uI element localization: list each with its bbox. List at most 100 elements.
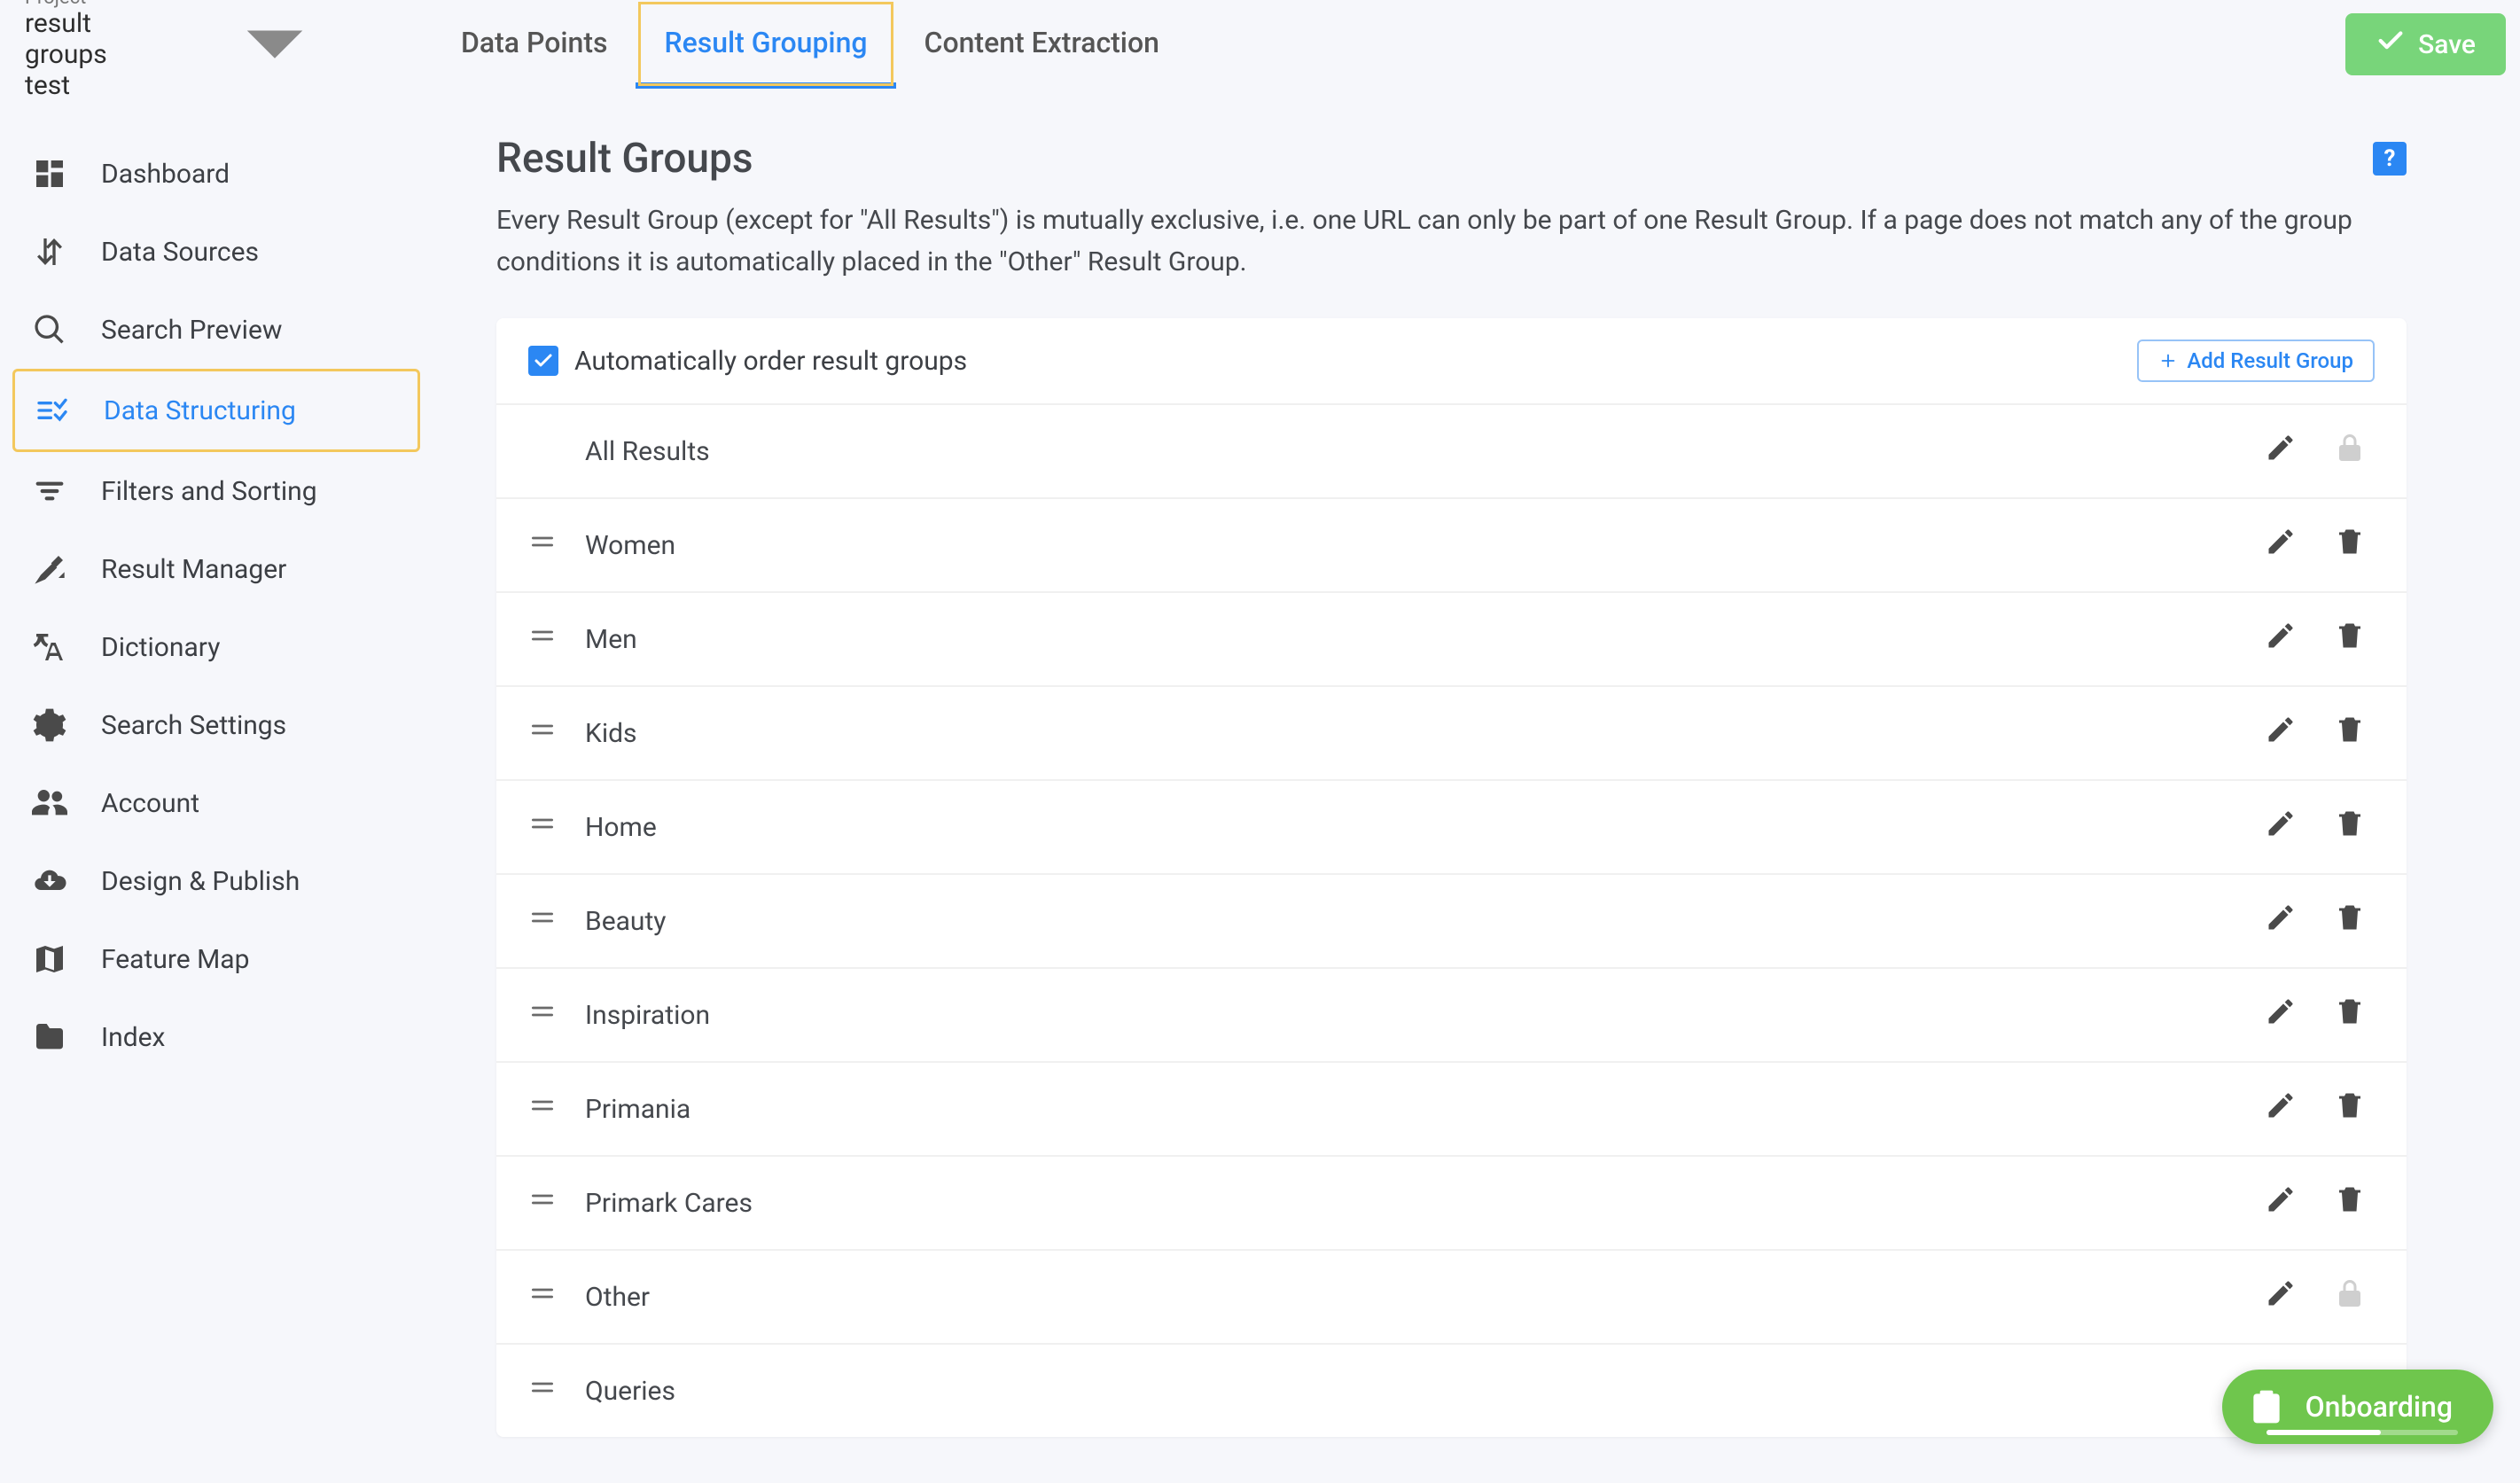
delete-button[interactable] <box>2334 620 2366 659</box>
onboarding-button[interactable]: Onboarding <box>2222 1370 2493 1444</box>
data-structuring-icon <box>35 393 70 428</box>
delete-button[interactable] <box>2334 526 2366 565</box>
edit-button[interactable] <box>2265 432 2297 471</box>
topbar: Project result groups test Data Points R… <box>0 0 2520 89</box>
auto-order-checkbox[interactable] <box>528 346 558 376</box>
drag-handle-icon[interactable] <box>528 715 573 751</box>
delete-button[interactable] <box>2334 902 2366 941</box>
group-row: Queries <box>496 1345 2407 1437</box>
add-result-group-button[interactable]: Add Result Group <box>2137 340 2375 382</box>
edit-button[interactable] <box>2265 714 2297 753</box>
filters-sorting-icon <box>32 473 67 509</box>
sidebar-item-label: Result Manager <box>101 554 286 585</box>
edit-button[interactable] <box>2265 995 2297 1034</box>
delete-button[interactable] <box>2334 995 2366 1034</box>
sidebar-item-index[interactable]: Index <box>12 998 420 1076</box>
save-button[interactable]: Save <box>2345 13 2506 75</box>
edit-button[interactable] <box>2265 526 2297 565</box>
sidebar-item-label: Account <box>101 788 199 819</box>
edit-button[interactable] <box>2265 620 2297 659</box>
sidebar-item-search-preview[interactable]: Search Preview <box>12 291 420 369</box>
sidebar-item-result-manager[interactable]: Result Manager <box>12 530 420 608</box>
edit-button[interactable] <box>2265 1277 2297 1316</box>
sidebar-item-search-settings[interactable]: Search Settings <box>12 686 420 764</box>
group-name: Primark Cares <box>585 1188 2265 1219</box>
edit-button[interactable] <box>2265 808 2297 847</box>
lock-icon <box>2334 1277 2366 1316</box>
account-icon <box>32 785 67 821</box>
edit-button[interactable] <box>2265 1183 2297 1222</box>
check-icon <box>2376 26 2406 63</box>
index-icon <box>32 1019 67 1055</box>
group-row: Inspiration <box>496 969 2407 1063</box>
drag-handle-icon[interactable] <box>528 809 573 845</box>
onboarding-progress-bar <box>2266 1430 2458 1435</box>
drag-handle-icon[interactable] <box>528 903 573 939</box>
group-row: Women <box>496 499 2407 593</box>
tab-data-points[interactable]: Data Points <box>433 0 636 89</box>
sidebar-item-data-structuring[interactable]: Data Structuring <box>12 369 420 452</box>
plus-icon <box>2158 351 2178 371</box>
sidebar-item-label: Dashboard <box>101 159 230 190</box>
group-name: Kids <box>585 718 2265 749</box>
project-label: Project <box>25 0 142 8</box>
page-title: Result Groups <box>496 135 753 183</box>
add-result-group-label: Add Result Group <box>2187 348 2353 373</box>
sidebar-item-filters-sorting[interactable]: Filters and Sorting <box>12 452 420 530</box>
sidebar-item-label: Search Preview <box>101 315 282 346</box>
group-row: All Results <box>496 405 2407 499</box>
lock-icon <box>2334 432 2366 471</box>
edit-button[interactable] <box>2265 1089 2297 1128</box>
drag-handle-icon[interactable] <box>528 1373 573 1409</box>
sidebar: Dashboard Data Sources Search Preview Data … <box>0 89 433 1483</box>
feature-map-icon <box>32 941 67 977</box>
check-icon <box>533 350 554 371</box>
auto-order-label: Automatically order result groups <box>574 346 967 377</box>
sidebar-item-account[interactable]: Account <box>12 764 420 842</box>
search-settings-icon <box>32 707 67 743</box>
tab-content-extraction[interactable]: Content Extraction <box>896 0 1188 89</box>
search-preview-icon <box>32 312 67 347</box>
delete-button[interactable] <box>2334 808 2366 847</box>
group-name: Primania <box>585 1094 2265 1125</box>
drag-handle-icon[interactable] <box>528 1279 573 1315</box>
sidebar-item-dictionary[interactable]: Dictionary <box>12 608 420 686</box>
drag-handle-icon[interactable] <box>528 1091 573 1127</box>
design-publish-icon <box>32 863 67 899</box>
save-button-label: Save <box>2418 29 2476 60</box>
tab-result-grouping[interactable]: Result Grouping <box>636 0 895 89</box>
group-name: Home <box>585 812 2265 843</box>
sidebar-item-data-sources[interactable]: Data Sources <box>12 213 420 291</box>
group-name: Queries <box>585 1376 2265 1407</box>
drag-handle-icon[interactable] <box>528 997 573 1033</box>
edit-button[interactable] <box>2265 902 2297 941</box>
sidebar-item-label: Filters and Sorting <box>101 476 317 507</box>
help-badge[interactable]: ? <box>2373 142 2407 176</box>
delete-button[interactable] <box>2334 1183 2366 1222</box>
group-name: Inspiration <box>585 1000 2265 1031</box>
group-row: Kids <box>496 687 2407 781</box>
sidebar-item-design-publish[interactable]: Design & Publish <box>12 842 420 920</box>
clipboard-icon <box>2247 1387 2286 1426</box>
sidebar-item-feature-map[interactable]: Feature Map <box>12 920 420 998</box>
sidebar-item-label: Dictionary <box>101 632 220 663</box>
delete-button[interactable] <box>2334 1089 2366 1128</box>
dashboard-icon <box>32 156 67 191</box>
delete-button[interactable] <box>2334 714 2366 753</box>
group-name: Men <box>585 624 2265 655</box>
group-name: Beauty <box>585 906 2265 937</box>
sidebar-item-label: Index <box>101 1022 165 1053</box>
sidebar-item-label: Design & Publish <box>101 866 300 897</box>
sidebar-item-dashboard[interactable]: Dashboard <box>12 135 420 213</box>
drag-handle-icon[interactable] <box>528 621 573 657</box>
drag-handle-icon[interactable] <box>528 1185 573 1221</box>
result-groups-card: Automatically order result groups Add Re… <box>496 318 2407 1437</box>
group-row: Men <box>496 593 2407 687</box>
sidebar-item-label: Feature Map <box>101 944 249 975</box>
sidebar-item-label: Data Structuring <box>104 395 296 426</box>
tabs: Data Points Result Grouping Content Extr… <box>433 0 1188 89</box>
drag-handle-icon[interactable] <box>528 527 573 563</box>
sidebar-item-label: Data Sources <box>101 237 259 268</box>
sidebar-item-label: Search Settings <box>101 710 286 741</box>
group-name: All Results <box>585 436 2265 467</box>
